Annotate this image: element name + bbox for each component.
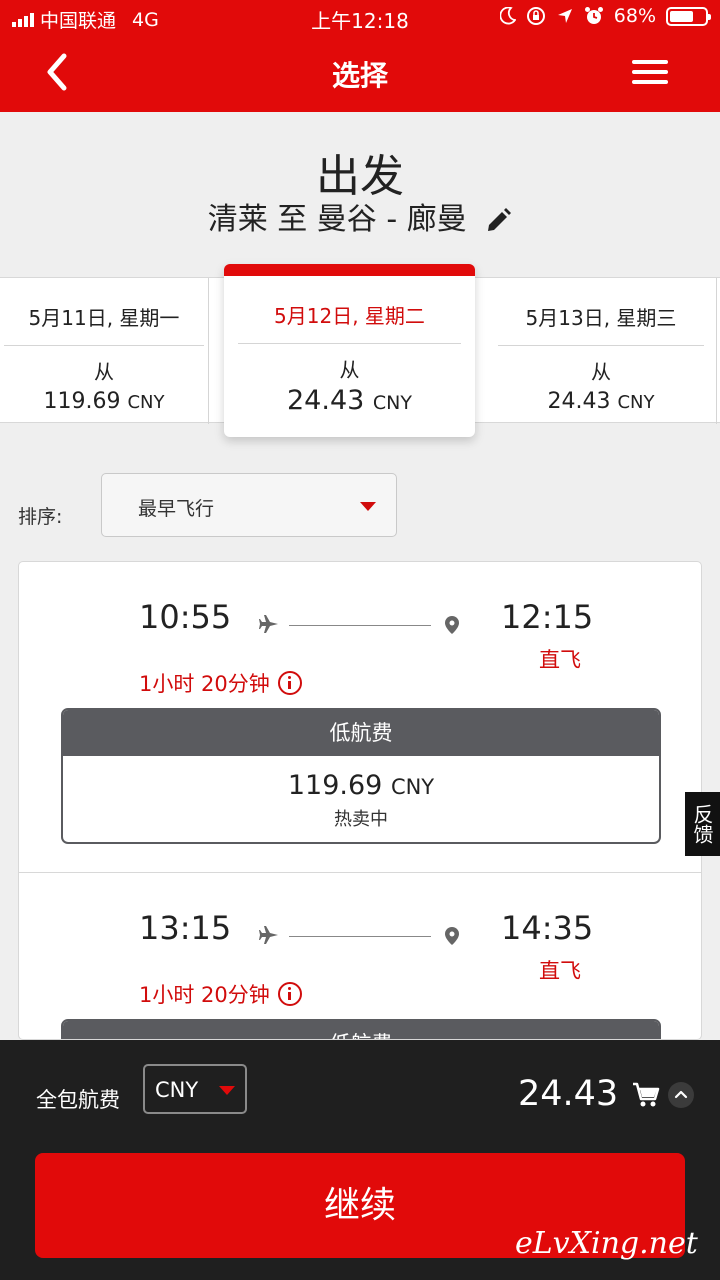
cart-icon[interactable]	[632, 1082, 660, 1108]
feedback-tab[interactable]: 反馈	[685, 792, 720, 856]
nav-bar: 选择	[0, 36, 720, 112]
flight-card: 13:15 14:35 直飞 1小时 20分钟 低航费	[19, 872, 701, 1039]
total-label: 全包航费	[36, 1088, 120, 1112]
date-label: 5月13日, 星期三	[525, 306, 677, 330]
date-price: 24.43	[287, 385, 365, 416]
fare-note: 热卖中	[334, 809, 388, 830]
route-text: 清莱 至 曼谷 - 廊曼	[207, 202, 467, 237]
chevron-up-icon[interactable]	[668, 1082, 694, 1108]
fare-option[interactable]: 低航费	[61, 1019, 661, 1039]
pencil-icon[interactable]	[484, 207, 512, 235]
alarm-icon	[584, 7, 603, 24]
flight-card: 10:55 12:15 直飞 1小时 20分钟 低航费 119.69 CNY 热…	[19, 562, 701, 872]
date-price: 24.43	[547, 389, 611, 414]
sort-value: 最早飞行	[138, 498, 215, 520]
date-label: 5月11日, 星期一	[28, 306, 180, 330]
date-tab-next[interactable]: 5月13日, 星期三 从 24.43 CNY	[494, 278, 708, 424]
stops-label: 直飞	[539, 959, 581, 983]
dropdown-caret-icon	[219, 1086, 235, 1095]
sort-label: 排序:	[18, 506, 63, 528]
airplane-icon	[259, 615, 278, 633]
location-pin-icon	[445, 927, 459, 945]
date-currency: CNY	[617, 392, 655, 413]
info-icon[interactable]	[277, 671, 302, 695]
hamburger-menu-icon[interactable]	[632, 60, 668, 86]
depart-time: 10:55	[139, 598, 232, 636]
currency-value: CNY	[155, 1078, 199, 1102]
duration-text: 1小时 20分钟	[139, 983, 270, 1007]
info-icon[interactable]	[277, 982, 302, 1006]
duration: 1小时 20分钟	[139, 979, 302, 1009]
fare-amount: 119.69	[287, 770, 383, 801]
route-line-divider	[289, 936, 431, 937]
feedback-label: 反馈	[690, 804, 714, 844]
fare-currency: CNY	[390, 775, 435, 799]
from-label: 从	[94, 360, 114, 384]
airplane-icon	[259, 926, 278, 944]
fare-option[interactable]: 低航费 119.69 CNY 热卖中	[61, 708, 661, 844]
date-price: 119.69	[43, 389, 121, 414]
orientation-lock-icon	[526, 7, 545, 25]
date-tab-selected[interactable]: 5月12日, 星期二 从 24.43 CNY	[224, 264, 475, 437]
stops-label: 直飞	[539, 648, 581, 672]
dropdown-caret-icon	[360, 502, 376, 511]
duration-text: 1小时 20分钟	[139, 672, 270, 696]
date-currency: CNY	[127, 392, 165, 413]
fare-name: 低航费	[63, 1021, 659, 1039]
date-tab-prev[interactable]: 5月11日, 星期一 从 119.69 CNY	[0, 278, 208, 424]
from-label: 从	[591, 360, 611, 384]
page-title: 选择	[331, 59, 388, 92]
duration: 1小时 20分钟	[139, 668, 302, 698]
route-line-divider	[289, 625, 431, 626]
arrive-time: 14:35	[501, 909, 594, 947]
arrive-time: 12:15	[501, 598, 594, 636]
status-right: 68%	[499, 5, 711, 27]
from-label: 从	[339, 358, 360, 382]
route-line: 清莱 至 曼谷 - 廊曼	[0, 194, 720, 238]
battery-percent: 68%	[613, 5, 656, 27]
watermark: eLvXing.net	[515, 1226, 698, 1261]
depart-time: 13:15	[139, 909, 232, 947]
battery-icon	[666, 6, 711, 26]
sort-dropdown[interactable]: 最早飞行	[101, 473, 397, 537]
status-bar: 中国联通 4G 上午12:18 68%	[0, 0, 720, 36]
moon-icon	[499, 7, 516, 25]
fare-name: 低航费	[63, 710, 659, 756]
flight-list: 10:55 12:15 直飞 1小时 20分钟 低航费 119.69 CNY 热…	[18, 561, 702, 1040]
date-label: 5月12日, 星期二	[274, 304, 425, 328]
location-icon	[557, 9, 572, 23]
currency-dropdown[interactable]: CNY	[143, 1064, 247, 1114]
total-price: 24.43	[518, 1074, 619, 1114]
location-pin-icon	[445, 616, 459, 634]
date-currency: CNY	[372, 392, 412, 414]
